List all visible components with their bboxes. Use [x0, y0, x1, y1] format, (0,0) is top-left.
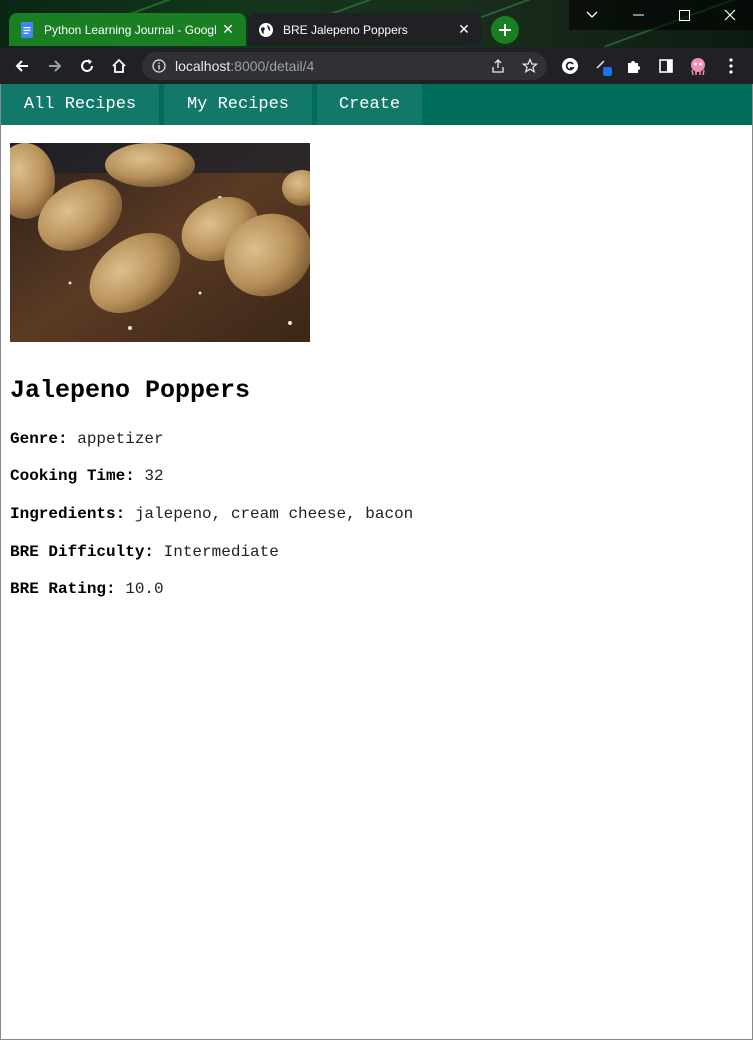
nav-my-recipes-link[interactable]: My Recipes	[164, 84, 312, 125]
home-button[interactable]	[107, 54, 131, 78]
google-docs-icon	[21, 21, 33, 38]
recipe-ingredients: Ingredients: jalepeno, cream cheese, bac…	[10, 505, 414, 523]
field-label: Ingredients	[10, 505, 116, 523]
field-label: BRE Difficulty	[10, 543, 145, 561]
recipe-title: Jalepeno Poppers	[10, 376, 251, 405]
grammarly-icon	[562, 58, 578, 74]
arrow-right-icon	[49, 60, 62, 72]
browser-tab-strip: Python Learning Journal - Googl ✕ BRE Ja…	[0, 0, 753, 48]
field-value: 32	[144, 467, 164, 485]
minimize-icon	[632, 14, 644, 16]
puzzle-piece-icon	[628, 61, 640, 73]
recipe-genre: Genre: appetizer	[10, 430, 164, 448]
field-value: Intermediate	[163, 543, 279, 561]
share-icon	[492, 59, 504, 73]
url-host: localhost	[175, 58, 231, 74]
share-button[interactable]	[486, 54, 510, 78]
minimize-button[interactable]	[615, 0, 661, 30]
chevron-down-icon	[586, 11, 598, 18]
plus-icon	[499, 24, 511, 36]
tab-python-learning-journal[interactable]: Python Learning Journal - Googl ✕	[9, 13, 246, 46]
tab-bre-jalepeno-poppers[interactable]: BRE Jalepeno Poppers ✕	[248, 13, 482, 46]
info-icon[interactable]	[152, 59, 166, 73]
page-content: All Recipes My Recipes Create Jalepeno P…	[0, 84, 753, 1040]
close-window-button[interactable]	[707, 0, 753, 30]
side-panel-button[interactable]	[654, 54, 678, 78]
nav-create-link[interactable]: Create	[317, 84, 422, 125]
star-icon	[522, 58, 538, 74]
kebab-menu-icon	[729, 58, 733, 74]
pen-icon	[596, 60, 612, 76]
extensions-button[interactable]	[622, 54, 646, 78]
recipe-difficulty: BRE Difficulty: Intermediate	[10, 543, 279, 561]
avatar-icon	[691, 58, 705, 76]
grammarly-extension-button[interactable]	[558, 54, 582, 78]
url-path: :8000/detail/4	[230, 58, 315, 74]
tab-title: Python Learning Journal - Googl	[44, 22, 216, 37]
bookmark-button[interactable]	[518, 54, 542, 78]
recipe-image	[10, 143, 310, 342]
maximize-icon	[678, 9, 690, 21]
recipe-rating: BRE Rating: 10.0	[10, 580, 164, 598]
home-icon	[112, 58, 126, 73]
side-panel-icon	[659, 59, 673, 73]
arrow-left-icon	[15, 60, 28, 72]
pen-extension-button[interactable]	[591, 54, 615, 78]
field-label: Cooking Time	[10, 467, 126, 485]
close-tab-icon[interactable]: ✕	[220, 21, 236, 38]
new-tab-button[interactable]	[491, 16, 519, 44]
address-bar[interactable]: localhost:8000/detail/4	[142, 52, 547, 80]
browser-toolbar: localhost:8000/detail/4	[0, 48, 753, 84]
close-icon	[724, 9, 736, 21]
nav-all-recipes-link[interactable]: All Recipes	[1, 84, 159, 125]
recipe-cooking-time: Cooking Time: 32	[10, 467, 164, 485]
forward-button[interactable]	[43, 54, 67, 78]
back-button[interactable]	[10, 54, 34, 78]
field-value: jalepeno, cream cheese, bacon	[134, 505, 414, 523]
reload-button[interactable]	[75, 54, 99, 78]
field-value: 10.0	[125, 580, 164, 598]
close-tab-icon[interactable]: ✕	[456, 21, 472, 38]
tab-search-button[interactable]	[569, 0, 615, 30]
globe-icon	[259, 22, 273, 37]
tab-title: BRE Jalepeno Poppers	[283, 22, 408, 37]
field-label: BRE Rating	[10, 580, 107, 598]
reload-icon	[81, 59, 93, 72]
field-value: appetizer	[77, 430, 164, 448]
site-navbar: All Recipes My Recipes Create	[1, 84, 752, 125]
browser-menu-button[interactable]	[719, 54, 743, 78]
maximize-button[interactable]	[661, 0, 707, 30]
profile-avatar[interactable]	[686, 54, 710, 78]
field-label: Genre	[10, 430, 59, 448]
